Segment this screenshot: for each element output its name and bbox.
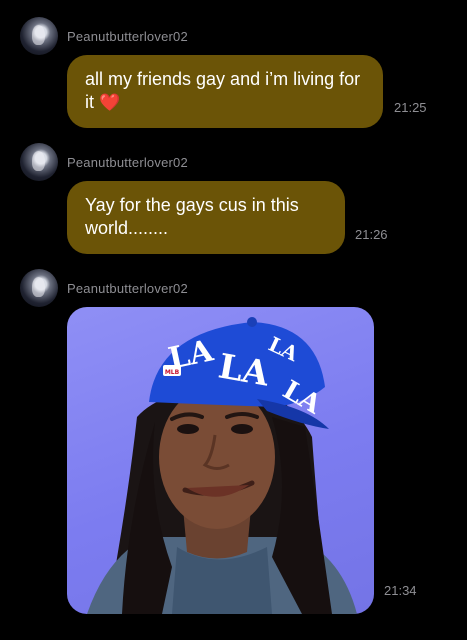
message-bubble[interactable]: Yay for the gays cus in this world......… (67, 181, 345, 254)
sender-name[interactable]: Peanutbutterlover02 (67, 281, 188, 296)
message-bubble[interactable]: all my friends gay and i’m living for it… (67, 55, 383, 128)
message-text: Yay for the gays cus in this world......… (85, 195, 299, 238)
heart-emoji-icon: ❤️ (99, 93, 121, 112)
message-text: all my friends gay and i’m living for it (85, 69, 361, 112)
message-timestamp: 21:26 (355, 227, 388, 242)
image-message[interactable]: LA LA LA LA MLB (67, 307, 374, 614)
sender-name[interactable]: Peanutbutterlover02 (67, 155, 188, 170)
chat-thread: Peanutbutterlover02 all my friends gay a… (0, 0, 467, 640)
message-timestamp: 21:34 (384, 583, 417, 598)
mlb-badge-icon: MLB (165, 369, 180, 376)
photo-woman-la-cap: LA LA LA LA MLB (87, 317, 357, 614)
sender-name[interactable]: Peanutbutterlover02 (67, 29, 188, 44)
message-timestamp: 21:25 (394, 100, 427, 115)
avatar[interactable] (20, 17, 58, 55)
avatar[interactable] (20, 269, 58, 307)
avatar[interactable] (20, 143, 58, 181)
